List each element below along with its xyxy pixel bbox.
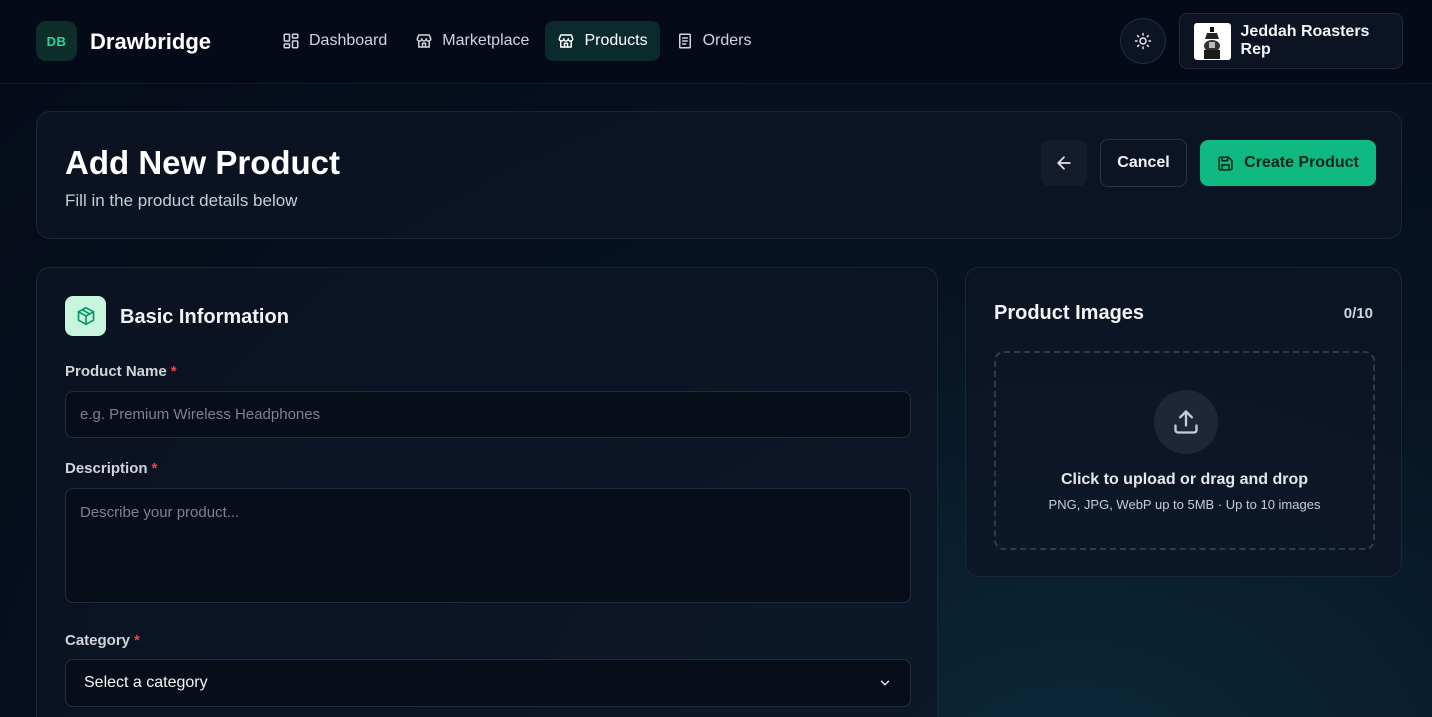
page-title: Add New Product — [65, 144, 341, 181]
create-product-label: Create Product — [1244, 154, 1359, 171]
store-icon — [558, 34, 574, 48]
sun-icon — [1134, 32, 1152, 50]
product-name-label-text: Product Name — [65, 363, 167, 380]
save-icon — [1218, 155, 1233, 171]
description-label: Description * — [65, 460, 157, 477]
basic-information-card: Basic Information Product Name* Descript… — [36, 267, 938, 717]
package-icon — [65, 296, 106, 336]
user-menu-button[interactable]: Jeddah Roasters Rep — [1179, 13, 1403, 69]
nav-item-label: Marketplace — [442, 32, 530, 49]
nav-item-label: Products — [584, 32, 648, 49]
section-title: Basic Information — [120, 306, 289, 328]
category-select[interactable]: Select a category — [65, 659, 911, 707]
avatar — [1194, 22, 1231, 60]
chevron-down-icon — [880, 680, 890, 686]
logo-badge[interactable]: DB — [36, 21, 77, 61]
user-name: Jeddah Roasters Rep — [1240, 23, 1370, 58]
required-marker: * — [170, 363, 177, 380]
document-icon — [678, 33, 691, 49]
store-icon — [416, 34, 432, 48]
dashboard-icon — [283, 33, 299, 49]
required-marker: * — [134, 632, 140, 649]
page-header-card: Add New Product Fill in the product deta… — [36, 111, 1402, 239]
arrow-left-icon — [1057, 156, 1071, 170]
nav-item-marketplace[interactable]: Marketplace — [403, 21, 541, 61]
page-subtitle: Fill in the product details below — [65, 191, 298, 210]
back-button[interactable] — [1041, 140, 1087, 186]
nav-item-products[interactable]: Products — [545, 21, 660, 61]
category-label-text: Category — [65, 632, 131, 649]
top-navbar: DB Drawbridge Dashboard Marketplace Prod… — [0, 0, 1432, 84]
nav-item-label: Orders — [702, 32, 752, 49]
category-selected-value: Select a category — [84, 674, 208, 691]
image-dropzone[interactable]: Click to upload or drag and drop PNG, JP… — [994, 351, 1375, 550]
upload-hint: PNG, JPG, WebP up to 5MB · Up to 10 imag… — [1048, 497, 1321, 512]
images-title: Product Images — [994, 302, 1145, 324]
required-marker: * — [151, 460, 158, 477]
main-nav: Dashboard Marketplace Products Orders — [270, 21, 763, 61]
nav-item-dashboard[interactable]: Dashboard — [270, 21, 399, 61]
product-name-input[interactable] — [65, 391, 911, 438]
description-label-text: Description — [65, 460, 148, 477]
nav-item-orders[interactable]: Orders — [664, 21, 764, 61]
upload-title: Click to upload or drag and drop — [1060, 471, 1309, 488]
images-count: 0/10 — [1343, 305, 1373, 322]
brand-name[interactable]: Drawbridge — [90, 29, 211, 55]
description-textarea[interactable] — [65, 488, 911, 603]
product-name-label: Product Name * — [65, 363, 177, 380]
coffee-pot-icon — [1204, 26, 1221, 59]
theme-toggle-button[interactable] — [1120, 18, 1166, 64]
product-images-card: Product Images 0/10 Click to upload or d… — [965, 267, 1402, 577]
upload-icon — [1154, 390, 1218, 454]
create-product-button[interactable]: Create Product — [1200, 140, 1376, 186]
nav-item-label: Dashboard — [309, 32, 388, 49]
cancel-button[interactable]: Cancel — [1100, 139, 1187, 187]
category-label: Category * — [65, 632, 140, 649]
